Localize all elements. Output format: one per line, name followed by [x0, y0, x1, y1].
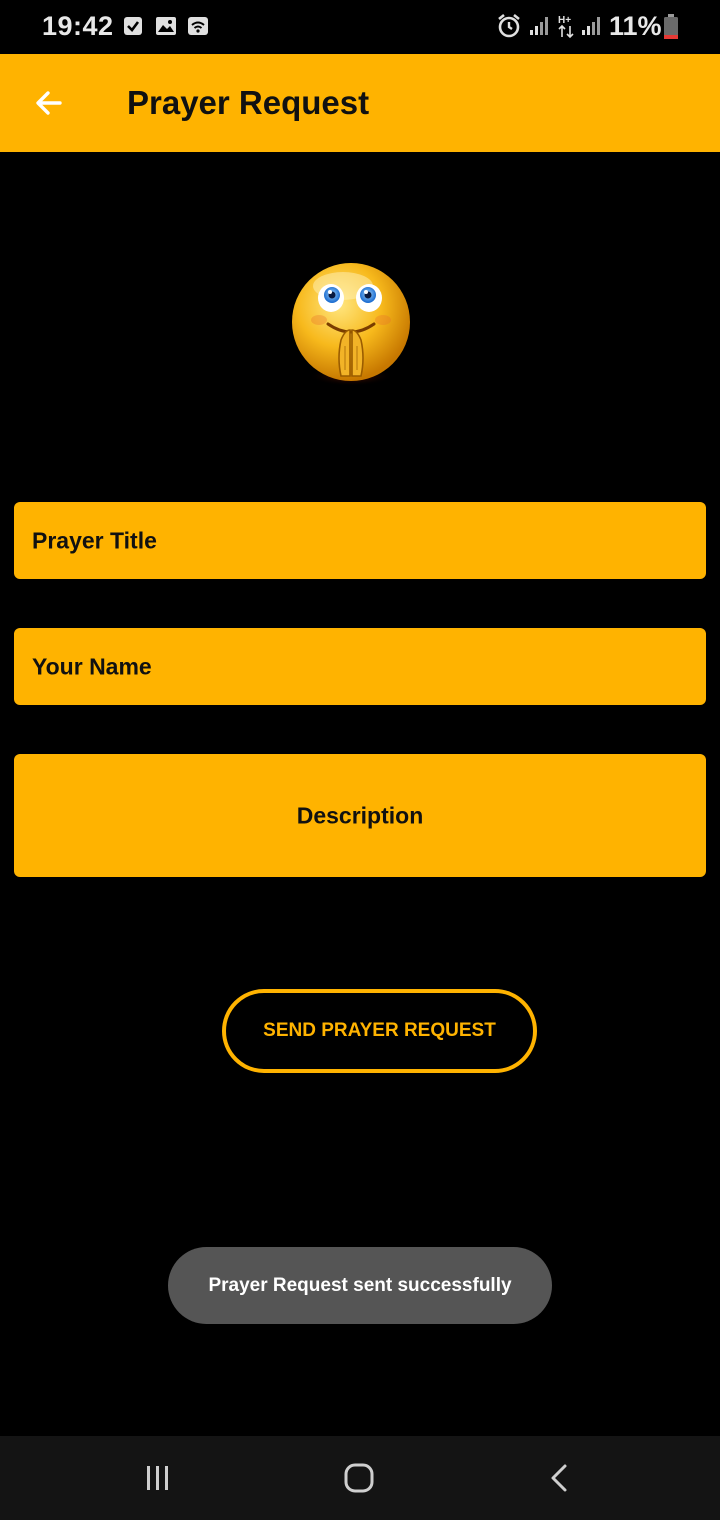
- home-icon: [344, 1463, 374, 1493]
- description-field[interactable]: Description: [14, 754, 706, 877]
- signal-icon: [530, 17, 548, 35]
- arrow-left-icon: [36, 91, 62, 115]
- wifi-call-icon: [188, 17, 208, 35]
- back-icon: [551, 1464, 567, 1492]
- description-placeholder: Description: [296, 802, 424, 828]
- status-time: 19:42: [42, 11, 114, 41]
- home-button[interactable]: [327, 1450, 391, 1506]
- app-bar: Prayer Request: [0, 54, 720, 152]
- praying-emoji-icon: [283, 258, 419, 394]
- image-icon: [156, 17, 176, 35]
- send-prayer-request-button[interactable]: SEND PRAYER REQUEST: [222, 989, 537, 1073]
- signal-icon: [582, 17, 600, 35]
- your-name-field[interactable]: Your Name: [14, 628, 706, 705]
- alarm-icon: [498, 13, 520, 38]
- prayer-request-screen: 19:42 H+ 11% Prayer Request Prayer Title…: [0, 0, 720, 1520]
- toast-text: Prayer Request sent successfully: [208, 1274, 512, 1296]
- svg-text:H+: H+: [558, 15, 571, 26]
- toast-message: Prayer Request sent successfully: [168, 1247, 552, 1324]
- battery-icon: [664, 14, 678, 39]
- recents-button[interactable]: [126, 1450, 190, 1506]
- your-name-placeholder: Your Name: [32, 653, 152, 679]
- system-back-button[interactable]: [528, 1450, 592, 1506]
- battery-percent: 11%: [609, 11, 662, 41]
- recents-icon: [147, 1466, 168, 1490]
- send-button-label: SEND PRAYER REQUEST: [263, 1020, 496, 1041]
- page-title: Prayer Request: [127, 84, 370, 121]
- hplus-icon: H+: [558, 15, 574, 39]
- system-nav-bar: [0, 1436, 720, 1520]
- checkbox-icon: [124, 17, 142, 35]
- back-button[interactable]: [20, 74, 78, 132]
- prayer-title-placeholder: Prayer Title: [32, 527, 157, 553]
- prayer-title-field[interactable]: Prayer Title: [14, 502, 706, 579]
- status-bar: 19:42 H+ 11%: [0, 0, 720, 54]
